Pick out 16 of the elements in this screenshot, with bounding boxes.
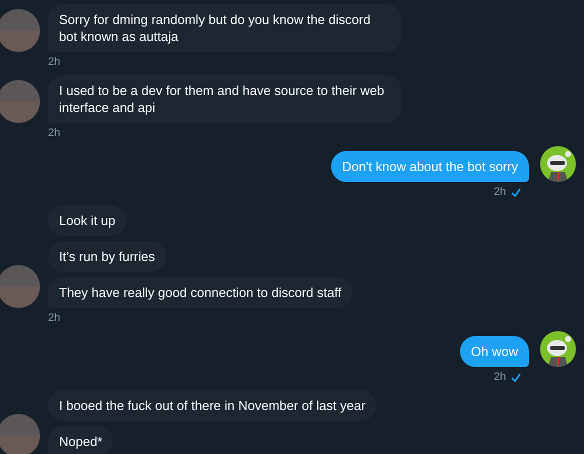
avatar[interactable] [540,331,576,367]
message-bubble: Look it up [48,205,126,236]
timestamp: 2h [48,55,60,69]
timestamp: 2h [48,126,60,140]
timestamp: 2h [494,185,506,199]
timestamp: 2h [48,311,60,325]
message-bubble: Noped* [48,426,114,454]
message-bubble: It’s run by furries [48,241,166,272]
message-bubble: I booed the fuck out of there in November of last year [48,390,376,421]
avatar[interactable] [540,146,576,182]
message-bubble: Don't know about the bot sorry [331,151,529,182]
message-bubble: I used to be a dev for them and have source to their web interface and api [48,75,402,123]
timestamp: 2h [494,370,506,384]
message-bubble: They have really good connection to discord staff [48,277,352,308]
message-bubble: Oh wow [460,336,529,367]
message-bubble: Sorry for dming randomly but do you know the discord bot known as auttaja [48,4,402,52]
